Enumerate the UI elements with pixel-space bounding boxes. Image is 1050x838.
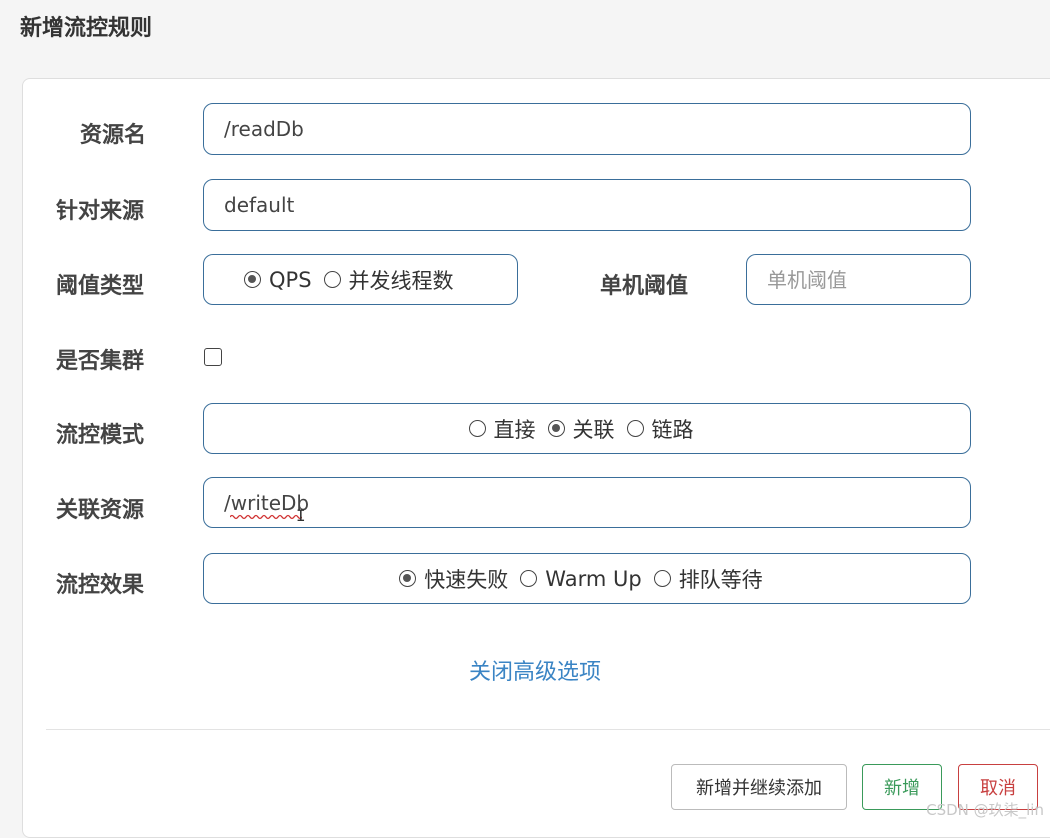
control-behavior-label: 流控效果 <box>56 567 144 599</box>
radio-checked-icon <box>244 271 261 288</box>
radio-checked-icon <box>399 570 416 587</box>
strategy-option-direct[interactable]: 直接 <box>469 414 536 444</box>
radio-unchecked-icon <box>469 420 486 437</box>
cluster-mode-checkbox[interactable] <box>204 348 222 366</box>
grade-option-thread[interactable]: 并发线程数 <box>324 265 454 295</box>
radio-unchecked-icon <box>520 570 537 587</box>
strategy-option-chain-label: 链路 <box>652 414 694 444</box>
behavior-option-fast-fail[interactable]: 快速失败 <box>399 564 508 594</box>
grade-option-qps-label: QPS <box>269 268 312 292</box>
grade-option-qps[interactable]: QPS <box>244 268 312 292</box>
behavior-option-queue-label: 排队等待 <box>679 564 763 594</box>
add-and-continue-button[interactable]: 新增并继续添加 <box>671 764 847 810</box>
grade-option-thread-label: 并发线程数 <box>349 265 454 295</box>
strategy-option-relate[interactable]: 关联 <box>548 414 615 444</box>
radio-unchecked-icon <box>324 271 341 288</box>
resource-name-input[interactable] <box>204 104 970 154</box>
cluster-mode-label: 是否集群 <box>56 343 144 375</box>
strategy-radio-group: 直接 关联 链路 <box>203 403 971 454</box>
limit-app-label: 针对来源 <box>56 193 144 225</box>
count-label: 单机阈值 <box>600 268 688 300</box>
resource-name-label: 资源名 <box>80 117 146 149</box>
ref-resource-field[interactable] <box>203 477 971 528</box>
spellcheck-underline-icon <box>230 514 302 520</box>
watermark: CSDN @玖柒_lin <box>926 799 1044 820</box>
close-advanced-options-link[interactable]: 关闭高级选项 <box>469 654 601 686</box>
ref-resource-label: 关联资源 <box>56 492 144 524</box>
strategy-option-direct-label: 直接 <box>494 414 536 444</box>
text-cursor-icon: I <box>296 506 306 525</box>
behavior-option-queue[interactable]: 排队等待 <box>654 564 763 594</box>
grade-radio-group: QPS 并发线程数 <box>203 254 518 305</box>
behavior-option-fast-fail-label: 快速失败 <box>424 564 508 594</box>
dialog-title: 新增流控规则 <box>20 10 152 42</box>
radio-checked-icon <box>548 420 565 437</box>
strategy-option-chain[interactable]: 链路 <box>627 414 694 444</box>
limit-app-field[interactable] <box>203 179 971 231</box>
behavior-option-warm-up[interactable]: Warm Up <box>520 567 641 591</box>
limit-app-input[interactable] <box>204 180 970 230</box>
ref-resource-input[interactable] <box>204 478 970 527</box>
strategy-label: 流控模式 <box>56 417 144 449</box>
count-input[interactable] <box>747 255 970 304</box>
footer-divider <box>46 729 1050 730</box>
radio-unchecked-icon <box>654 570 671 587</box>
behavior-option-warm-up-label: Warm Up <box>545 567 641 591</box>
grade-label: 阈值类型 <box>56 268 144 300</box>
control-behavior-radio-group: 快速失败 Warm Up 排队等待 <box>203 553 971 604</box>
strategy-option-relate-label: 关联 <box>573 414 615 444</box>
count-field[interactable] <box>746 254 971 305</box>
radio-unchecked-icon <box>627 420 644 437</box>
resource-name-field[interactable] <box>203 103 971 155</box>
